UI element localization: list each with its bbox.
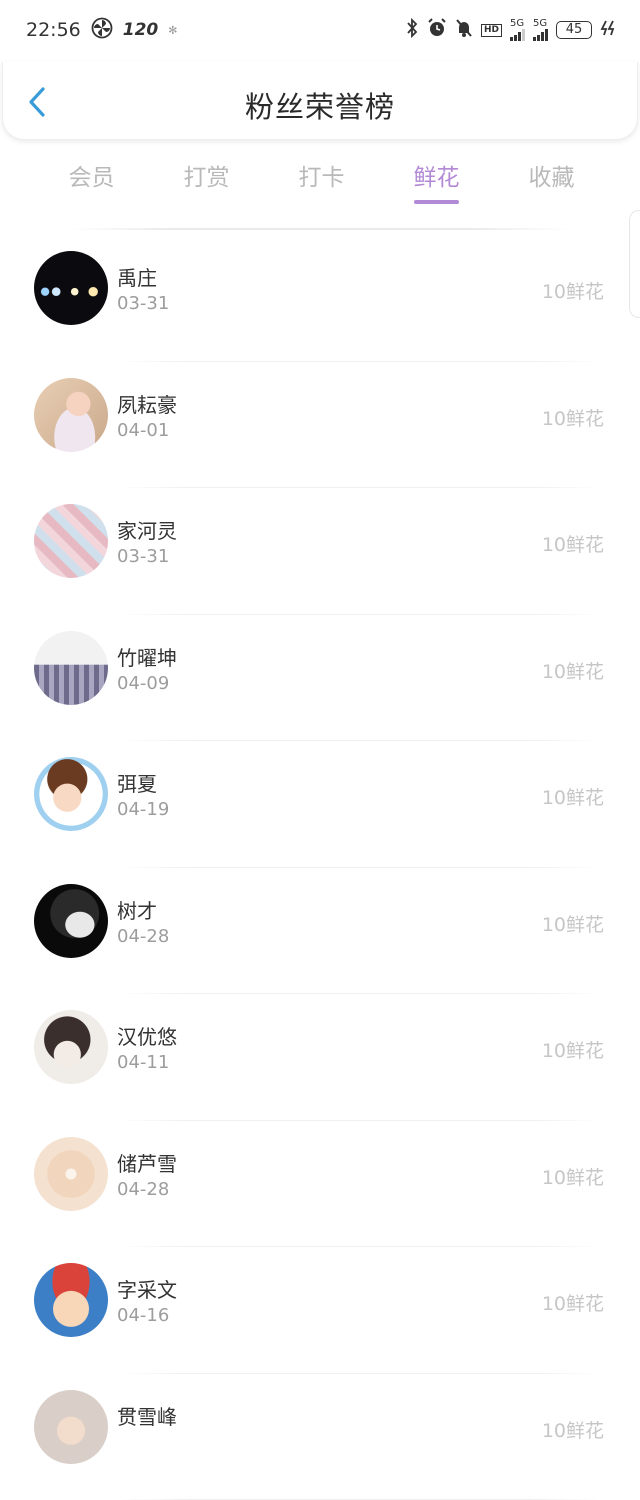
tabs-divider xyxy=(70,228,570,230)
flower-count: 10鲜花 xyxy=(542,1036,604,1063)
avatar xyxy=(34,504,108,578)
tab-members[interactable]: 会员 xyxy=(34,150,149,210)
list-item[interactable]: 夙耘豪 04-01 10鲜花 xyxy=(0,362,640,489)
flower-count: 10鲜花 xyxy=(542,910,604,937)
flower-count: 10鲜花 xyxy=(542,1163,604,1190)
list-item[interactable]: 弭夏 04-19 10鲜花 xyxy=(0,741,640,868)
bluetooth-icon xyxy=(405,18,419,42)
list-item[interactable]: 家河灵 03-31 10鲜花 xyxy=(0,488,640,615)
flower-count: 10鲜花 xyxy=(542,277,604,304)
avatar xyxy=(34,757,108,831)
sim-icon: ✻ xyxy=(168,24,177,37)
flower-count: 10鲜花 xyxy=(542,657,604,684)
list-item[interactable]: 汉优悠 04-11 10鲜花 xyxy=(0,994,640,1121)
fan-date: 03-31 xyxy=(117,293,169,314)
flower-count: 10鲜花 xyxy=(542,783,604,810)
charging-icon xyxy=(600,20,618,40)
net-label-1: 5G xyxy=(510,19,524,29)
page-header: 粉丝荣誉榜 xyxy=(2,62,638,140)
tab-rewards[interactable]: 打赏 xyxy=(149,150,264,210)
fan-name: 储芦雪 xyxy=(117,1148,177,1177)
flower-count: 10鲜花 xyxy=(542,404,604,431)
fan-date: 04-19 xyxy=(117,799,169,820)
tab-favorites[interactable]: 收藏 xyxy=(494,150,609,210)
fan-date: 04-16 xyxy=(117,1305,169,1326)
net-label-2: 5G xyxy=(533,19,547,29)
tab-bar: 会员 打赏 打卡 鲜花 收藏 xyxy=(0,150,640,210)
fan-name: 字采文 xyxy=(117,1274,177,1303)
avatar xyxy=(34,631,108,705)
battery-level: 45 xyxy=(556,21,592,39)
fan-name: 家河灵 xyxy=(117,515,177,544)
avatar xyxy=(34,378,108,452)
avatar xyxy=(34,251,108,325)
fan-date: 04-28 xyxy=(117,1179,169,1200)
flower-count: 10鲜花 xyxy=(542,1289,604,1316)
fan-date: 03-31 xyxy=(117,546,169,567)
flower-count: 10鲜花 xyxy=(542,1416,604,1443)
status-bar: 22:56 120 ✻ HD 5G 5G 45 xyxy=(0,0,640,60)
fan-name: 竹曜坤 xyxy=(117,642,177,671)
tab-checkin[interactable]: 打卡 xyxy=(264,150,379,210)
avatar xyxy=(34,884,108,958)
signal-1-icon: 5G xyxy=(510,19,525,41)
fan-date: 04-01 xyxy=(117,420,169,441)
flower-count: 10鲜花 xyxy=(542,530,604,557)
fan-date: 04-09 xyxy=(117,673,169,694)
fan-name: 汉优悠 xyxy=(117,1021,177,1050)
fan-name: 弭夏 xyxy=(117,768,157,797)
avatar xyxy=(34,1010,108,1084)
list-item[interactable]: 树才 04-28 10鲜花 xyxy=(0,868,640,995)
fan-name: 贯雪峰 xyxy=(117,1401,177,1430)
fan-date: 04-11 xyxy=(117,1052,169,1073)
fan-date: 04-28 xyxy=(117,926,169,947)
tab-flowers[interactable]: 鲜花 xyxy=(379,150,494,210)
hd-icon: HD xyxy=(481,24,502,37)
refresh-rate: 120 xyxy=(123,20,159,40)
status-time: 22:56 xyxy=(26,19,81,41)
list-item[interactable]: 字采文 04-16 10鲜花 xyxy=(0,1247,640,1374)
avatar xyxy=(34,1137,108,1211)
fan-name: 禹庄 xyxy=(117,262,157,291)
page-title: 粉丝荣誉榜 xyxy=(3,84,637,126)
list-item[interactable]: 禹庄 03-31 10鲜花 xyxy=(0,235,640,362)
mute-bell-icon xyxy=(455,18,473,42)
list-item[interactable]: 贯雪峰 10鲜花 xyxy=(0,1374,640,1500)
signal-2-icon: 5G xyxy=(533,19,548,41)
fan-name: 树才 xyxy=(117,895,157,924)
fan-name: 夙耘豪 xyxy=(117,389,177,418)
pinwheel-icon xyxy=(91,17,113,44)
avatar xyxy=(34,1390,108,1464)
alarm-icon xyxy=(427,18,447,42)
list-item[interactable]: 储芦雪 04-28 10鲜花 xyxy=(0,1121,640,1248)
avatar xyxy=(34,1263,108,1337)
fan-list: 禹庄 03-31 10鲜花 夙耘豪 04-01 10鲜花 家河灵 03-31 1… xyxy=(0,235,640,1500)
list-item[interactable]: 竹曜坤 04-09 10鲜花 xyxy=(0,615,640,742)
